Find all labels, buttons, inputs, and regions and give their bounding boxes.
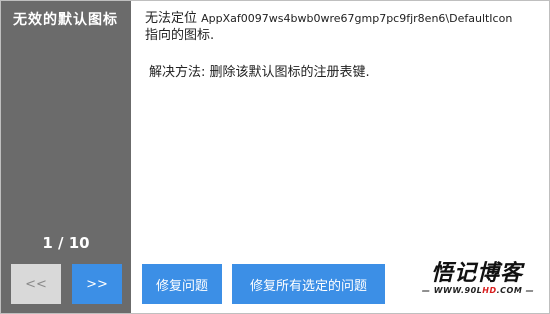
sidebar: 无效的默认图标 1 / 10 << >>: [1, 1, 131, 313]
message-suffix: 指向的图标.: [145, 28, 215, 43]
issue-detail-panel: 无法定位 AppXaf0097ws4bwb0wre67gmp7pc9fjr8en…: [131, 1, 549, 313]
issue-message: 无法定位 AppXaf0097ws4bwb0wre67gmp7pc9fjr8en…: [145, 10, 545, 44]
watermark-title: 悟记博客: [430, 261, 523, 286]
solution-text: 解决方法: 删除该默认图标的注册表键.: [149, 65, 370, 80]
next-button[interactable]: >>: [72, 264, 122, 304]
previous-button[interactable]: <<: [11, 264, 61, 304]
fix-all-selected-button[interactable]: 修复所有选定的问题: [232, 264, 385, 304]
registry-path: AppXaf0097ws4bwb0wre67gmp7pc9fjr8en6\Def…: [201, 12, 513, 25]
fix-issue-button[interactable]: 修复问题: [142, 264, 222, 304]
message-prefix: 无法定位: [145, 11, 198, 26]
page-counter: 1 / 10: [42, 234, 90, 252]
watermark-url: — WWW.90LHD.COM —: [421, 286, 535, 295]
watermark-logo: 悟记博客 — WWW.90LHD.COM —: [413, 255, 541, 305]
issue-category-title: 无效的默认图标: [13, 12, 118, 28]
